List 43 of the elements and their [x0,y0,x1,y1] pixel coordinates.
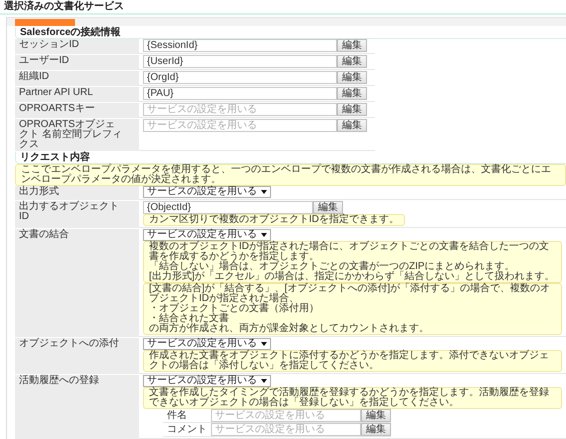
edit-button[interactable]: 編集 [337,55,367,68]
text-field[interactable]: {SessionId} [143,39,337,52]
edit-button[interactable]: 編集 [337,119,367,132]
edit-button[interactable]: 編集 [313,201,343,214]
edit-button[interactable]: 編集 [337,71,367,84]
field-label: セッションID [15,39,139,54]
page-title: 選択済みの文書化サービス [0,0,566,15]
info-note: 作成された文書をオブジェクトに添付するかどうかを指定します。添付できないオブジェクトの場合は「添付しない」を指定してください。 [143,350,562,372]
edit-button[interactable]: 編集 [337,39,367,52]
field-label: 組織ID [15,71,139,86]
caret-icon [261,190,267,194]
info-note: 複数のオブジェクトIDが指定された場合に、オブジェクトごとの文書を結合した一つの文書を作成するかどうかを指定します。 「結合しない」場合は、オブジェクトごとの文書が一つのZIPにまとめられます。 [出力形式]が「エクセル」の場合は、指定にかかわらず「結合しない」として扱われます。 [143,241,562,283]
info-note: 文書を作成したタイミングで活動履歴を登録するかどうかを指定します。活動履歴を登録できないオブジェクトの場合は「登録しない」を指定してください。 [143,387,562,409]
info-note: [文書の結合]が「結合する」、[オブジェクトへの添付]が「添付する」の場合で、複数のオブジェクトIDが指定された場合、 ・オブジェクトごとの文書（添付用） ・結合された文書 の両方が作成され、両方が課金対象としてカウントされます。 [143,283,562,335]
text-field[interactable]: {PAU} [143,87,337,100]
dropdown[interactable]: サービスの設定を用いる [143,186,271,198]
text-field[interactable]: {UserId} [143,55,337,68]
field-label: 出力するオブジェクトID [15,201,139,228]
caret-icon [261,233,267,237]
field-label: Partner API URL [15,87,139,102]
tab[interactable] [15,19,75,26]
caret-icon [261,342,267,346]
caret-icon [261,379,267,383]
info-note: カンマ区切りで複数のオブジェクトIDを指定できます。 [143,214,405,226]
edit-button[interactable]: 編集 [361,423,391,436]
field-label: OPROARTSオブジェクト 名前空間プレフィクス [15,119,139,151]
dropdown[interactable]: サービスの設定を用いる [143,338,271,350]
edit-button[interactable]: 編集 [337,87,367,100]
edit-button[interactable]: 編集 [337,103,367,116]
field-label: オブジェクトへの添付 [15,338,139,374]
info-note: ここでエンベロープパラメータを使用すると、一つのエンベロープで複数の文書が作成される場合は、文書化ごとにエンベロープパラメータの値が決定されます。 [15,164,566,186]
field-label: 件名 [167,410,188,420]
field-label: 出力形式 [15,186,139,200]
field-label: OPROARTSキー [15,103,139,118]
text-field[interactable]: {ObjectId} [143,201,313,214]
field-label: 文書の結合 [15,229,139,337]
text-field[interactable]: {OrgId} [143,71,337,84]
field-label: ユーザーID [15,55,139,70]
dropdown[interactable]: サービスの設定を用いる [143,375,271,387]
field-label: コメント [167,424,207,434]
field-label: 活動履歴への登録 [15,375,139,439]
edit-button[interactable]: 編集 [361,409,391,422]
dropdown[interactable]: サービスの設定を用いる [143,229,271,241]
